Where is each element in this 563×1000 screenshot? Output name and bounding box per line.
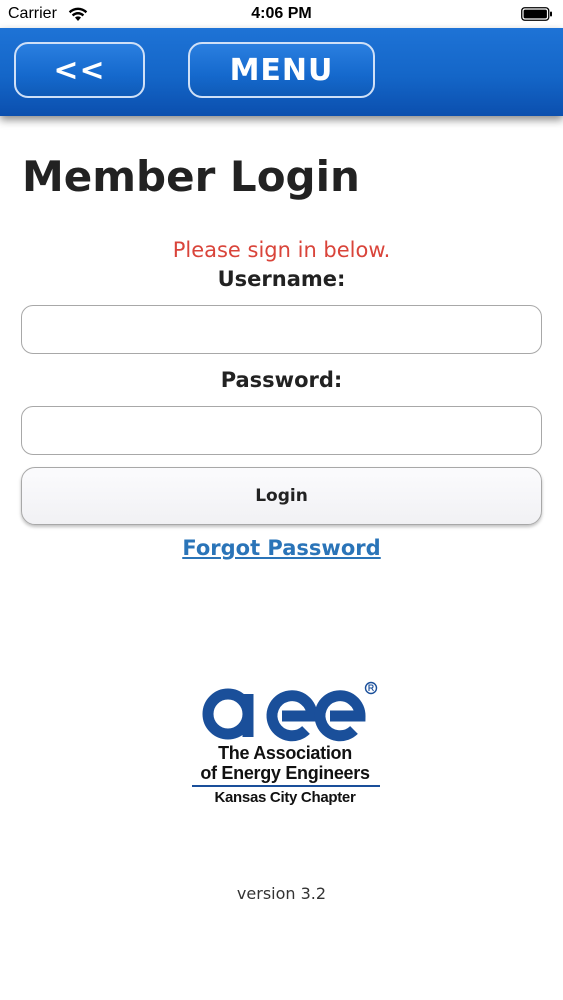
page-title: Member Login bbox=[22, 152, 360, 201]
forgot-password-label: Forgot Password bbox=[182, 536, 381, 560]
logo-divider bbox=[192, 785, 380, 787]
logo-text-line-3: Kansas City Chapter bbox=[214, 789, 356, 806]
aee-logo: The Association of Energy Engineers Kans… bbox=[180, 680, 390, 810]
screen: Carrier 4:06 PM << MENU Member Login Ple… bbox=[0, 0, 563, 1000]
password-label: Password: bbox=[220, 368, 343, 392]
battery-icon bbox=[521, 7, 552, 21]
nav-bar: << MENU bbox=[0, 28, 563, 116]
aee-logo-mark bbox=[202, 681, 378, 742]
back-button[interactable]: << bbox=[14, 42, 145, 98]
logo-text-line-2: of Energy Engineers bbox=[200, 763, 370, 783]
username-label: Username: bbox=[217, 267, 346, 291]
logo-text-line-1: The Association bbox=[218, 743, 352, 763]
version-label: version 3.2 bbox=[236, 884, 327, 903]
username-input[interactable] bbox=[21, 305, 542, 354]
password-input[interactable] bbox=[21, 406, 542, 455]
login-button[interactable]: Login bbox=[21, 467, 542, 525]
menu-button[interactable]: MENU bbox=[188, 42, 375, 98]
forgot-password-link[interactable]: Forgot Password bbox=[0, 536, 563, 560]
status-bar: Carrier 4:06 PM bbox=[0, 0, 563, 28]
sign-in-message: Please sign in below. bbox=[172, 238, 391, 262]
status-time: 4:06 PM bbox=[251, 5, 312, 22]
